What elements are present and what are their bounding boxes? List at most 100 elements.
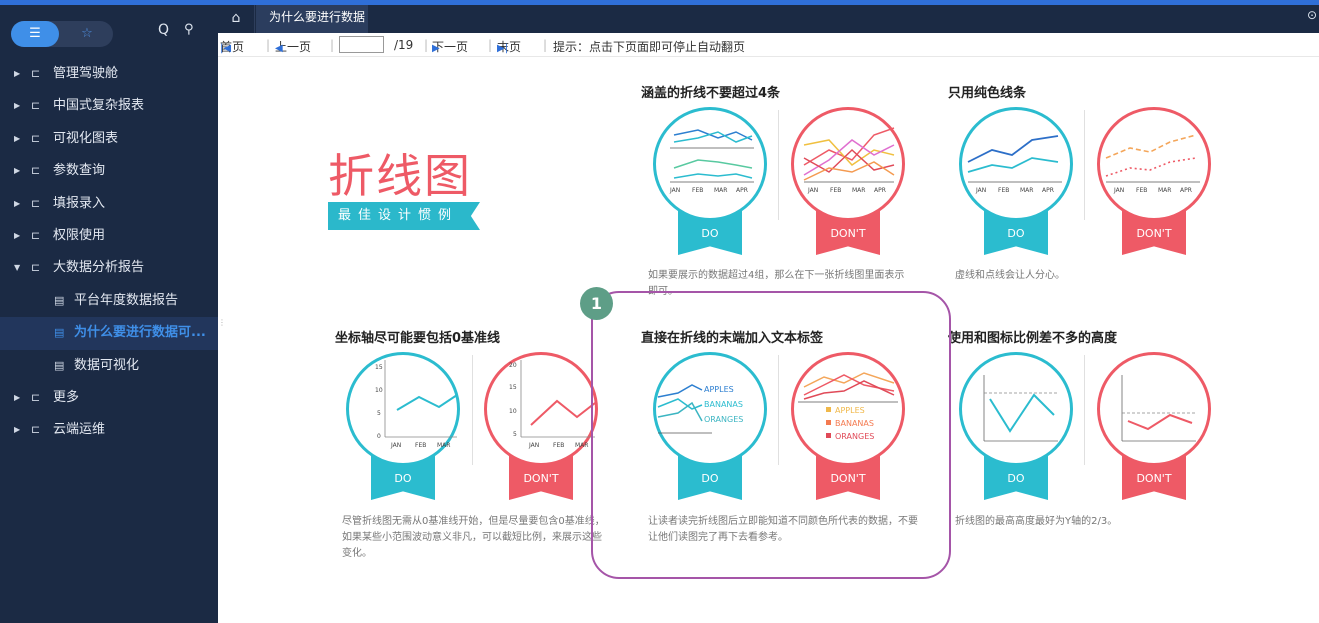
- do-badge: DO 15 10 5 0 JAN FEB MAR: [346, 352, 466, 502]
- dont-chart: JAN FEB MAR APR: [791, 107, 905, 221]
- tab-why-visualize[interactable]: 为什么要进行数据: [256, 5, 368, 33]
- month-label: MAR: [437, 442, 450, 449]
- y-tick: 5: [377, 410, 381, 417]
- sidebar-item-label: 权限使用: [53, 227, 106, 243]
- sidebar: ☰ ☆ Q ⚲ ▶ ⊏ 管理驾驶舱 ▶ ⊏ 中国式复杂报表 ▶ ⊏ 可视化图表 ▶ ⊏ 参数查询…: [0, 5, 218, 623]
- month-label: JAN: [390, 442, 401, 449]
- do-badge: DO: [959, 352, 1079, 502]
- month-label: FEB: [692, 187, 703, 194]
- sidebar-item-label: 大数据分析报告: [53, 260, 145, 276]
- folder-icon: ⊏: [31, 164, 41, 178]
- do-chart-graphic: 15 10 5 0 JAN FEB MAR: [375, 360, 457, 449]
- view-toggle[interactable]: ☰ ☆: [11, 21, 113, 47]
- sidebar-item-permissions[interactable]: ▶ ⊏ 权限使用: [0, 220, 218, 252]
- document-icon: ▤: [54, 293, 65, 307]
- dont-chart: 20 15 10 5 JAN FEB MAR: [484, 352, 598, 466]
- hero-title: 折线图: [328, 149, 472, 203]
- folder-icon: ⊏: [31, 261, 41, 275]
- document-icon: ▤: [54, 358, 65, 372]
- menu-list-icon[interactable]: ☰: [11, 21, 59, 47]
- sidebar-item-label: 云端运维: [53, 422, 106, 438]
- y-tick: 20: [509, 362, 517, 369]
- pagination-toolbar: |◀ 首页 | ◀ 上一页 | /19 | ▶ 下一页 | ▶| 末页 | 提示…: [218, 33, 1319, 57]
- expand-arrow-icon: ▶: [14, 392, 21, 402]
- sidebar-item-dashboard[interactable]: ▶ ⊏ 管理驾驶舱: [0, 58, 218, 90]
- first-page-icon: |◀: [220, 43, 232, 54]
- auto-page-hint: 提示：点击下页面即可停止自动翻页: [553, 40, 746, 54]
- divider: [472, 355, 473, 465]
- section-title: 使用和图标比例差不多的高度: [948, 331, 1118, 346]
- expand-arrow-icon: ▶: [14, 198, 21, 208]
- sidebar-item-cloud-ops[interactable]: ▶ ⊏ 云端运维: [0, 414, 218, 446]
- section-note: 虚线和点线会让人分心。: [955, 270, 1065, 281]
- expand-arrow-icon: ▶: [14, 230, 21, 240]
- month-label: APR: [736, 187, 748, 194]
- month-label: JAN: [1113, 187, 1124, 194]
- do-chart-graphic: JAN FEB MAR APR: [669, 129, 754, 194]
- sidebar-item-complex-reports[interactable]: ▶ ⊏ 中国式复杂报表: [0, 90, 218, 122]
- month-label: JAN: [807, 187, 818, 194]
- separator: |: [424, 38, 429, 52]
- do-badge: DO JAN FEB MAR APR: [653, 107, 773, 257]
- divider: [778, 110, 779, 220]
- month-label: JAN: [528, 442, 539, 449]
- y-tick: 10: [375, 387, 383, 394]
- sidebar-item-label: 填报录入: [53, 195, 106, 211]
- sidebar-item-label: 平台年度数据报告: [74, 292, 179, 308]
- dont-chart-graphic: 20 15 10 5 JAN FEB MAR: [509, 360, 595, 449]
- divider: [1084, 110, 1085, 220]
- dont-badge: DON'T JAN FEB MAR APR: [1097, 107, 1217, 257]
- section-title: 涵盖的折线不要超过4条: [641, 86, 781, 101]
- page-number-input[interactable]: [339, 36, 384, 53]
- month-label: FEB: [553, 442, 564, 449]
- sidebar-item-param-query[interactable]: ▶ ⊏ 参数查询: [0, 155, 218, 187]
- sidebar-item-label: 管理驾驶舱: [53, 66, 119, 81]
- folder-icon: ⊏: [31, 99, 41, 113]
- folder-icon: ⊏: [31, 228, 41, 242]
- month-label: JAN: [975, 187, 986, 194]
- document-icon: ▤: [54, 326, 65, 340]
- month-label: MAR: [1158, 187, 1171, 194]
- sidebar-item-why-visualize[interactable]: ▤ 为什么要进行数据可...: [0, 317, 218, 350]
- sidebar-item-data-viz[interactable]: ▤ 数据可视化: [0, 350, 218, 382]
- first-page-button[interactable]: |◀ 首页: [220, 38, 244, 55]
- folder-icon: ⊏: [31, 423, 41, 437]
- pin-icon[interactable]: ⚲: [184, 22, 194, 37]
- do-chart: JAN FEB MAR APR: [959, 107, 1073, 221]
- more-options-icon[interactable]: ⊙: [1307, 8, 1317, 22]
- y-tick: 15: [375, 364, 383, 371]
- sidebar-item-label: 数据可视化: [74, 357, 140, 373]
- y-tick: 15: [509, 384, 517, 391]
- sidebar-item-data-entry[interactable]: ▶ ⊏ 填报录入: [0, 188, 218, 220]
- sidebar-item-annual-report[interactable]: ▤ 平台年度数据报告: [0, 285, 218, 317]
- month-label: APR: [874, 187, 886, 194]
- folder-icon: ⊏: [31, 131, 41, 145]
- favorites-star-icon[interactable]: ☆: [67, 21, 107, 47]
- dont-chart: JAN FEB MAR APR: [1097, 107, 1211, 221]
- next-page-button[interactable]: ▶ 下一页: [432, 38, 468, 55]
- dont-chart: [1097, 352, 1211, 466]
- splitter-handle[interactable]: ⋮: [218, 318, 226, 327]
- expand-arrow-icon: ▶: [14, 69, 21, 78]
- home-icon[interactable]: ⌂: [218, 5, 255, 33]
- last-page-icon: ▶|: [497, 43, 509, 54]
- directory-tree: ▶ ⊏ 管理驾驶舱 ▶ ⊏ 中国式复杂报表 ▶ ⊏ 可视化图表 ▶ ⊏ 参数查询 ▶ ⊏ 填报录入 …: [0, 58, 218, 447]
- last-page-button[interactable]: ▶| 末页: [497, 38, 521, 55]
- do-chart: JAN FEB MAR APR: [653, 107, 767, 221]
- sidebar-item-more[interactable]: ▶ ⊏ 更多: [0, 382, 218, 414]
- section-title: 坐标轴尽可能要包括0基准线: [335, 331, 501, 346]
- prev-page-button[interactable]: ◀ 上一页: [275, 38, 311, 55]
- month-label: MAR: [1020, 187, 1033, 194]
- sidebar-item-charts[interactable]: ▶ ⊏ 可视化图表: [0, 123, 218, 155]
- month-label: MAR: [714, 187, 727, 194]
- month-label: FEB: [998, 187, 1009, 194]
- search-icon[interactable]: Q: [158, 22, 169, 38]
- sidebar-item-bigdata-report[interactable]: ▼ ⊏ 大数据分析报告: [0, 252, 218, 284]
- dont-badge: DON'T 20 15 10 5 JAN FEB MAR: [484, 352, 604, 502]
- section-title: 只用纯色线条: [948, 86, 1027, 101]
- month-label: MAR: [575, 442, 588, 449]
- do-chart: [959, 352, 1073, 466]
- sidebar-item-label: 更多: [53, 389, 80, 405]
- section-note: 折线图的最高高度最好为Y轴的2/3。: [955, 516, 1118, 527]
- annotation-highlight-box: [591, 291, 951, 579]
